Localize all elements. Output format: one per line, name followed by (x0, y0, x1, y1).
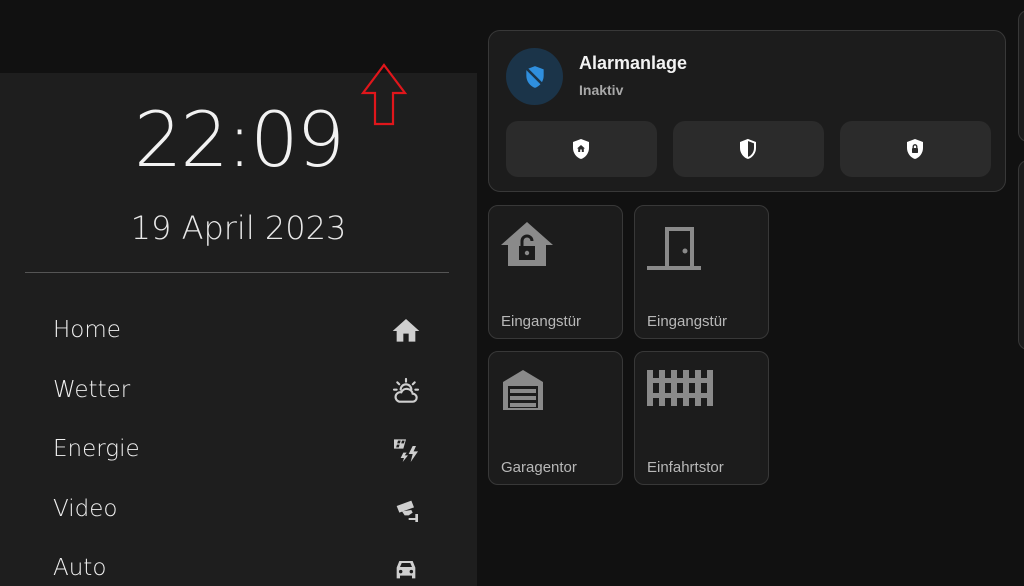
sidebar-divider (25, 272, 449, 273)
sidebar-item-energie[interactable]: Energie (0, 420, 477, 480)
sidebar-nav: Home Wetter Energie Video Auto (0, 301, 477, 586)
alarm-panel-card: Alarmanlage Inaktiv (488, 30, 1006, 192)
shield-lock-icon (907, 139, 923, 159)
sidebar-item-label: Home (53, 317, 121, 343)
partial-card-right-middle (1018, 160, 1024, 350)
shield-off-icon (524, 66, 546, 88)
tile-label: Eingangstür (501, 313, 582, 330)
home-icon (390, 315, 422, 347)
cctv-icon (390, 494, 422, 526)
solar-power-icon (390, 434, 422, 466)
tile-eingangstuer-door[interactable]: Eingangstür (634, 205, 769, 339)
tile-garagentor[interactable]: Garagentor (488, 351, 623, 485)
alarm-status-badge[interactable] (506, 48, 563, 105)
tile-einfahrtstor[interactable]: Einfahrtstor (634, 351, 769, 485)
tile-label: Einfahrtstor (647, 459, 724, 476)
sidebar-item-video[interactable]: Video (0, 480, 477, 540)
sidebar-item-label: Energie (53, 436, 140, 462)
arm-away-button[interactable] (840, 121, 991, 177)
annotation-arrow-up-icon (360, 62, 408, 126)
partial-card-right-top (1018, 10, 1024, 142)
garage-icon (499, 364, 555, 416)
sidebar-item-home[interactable]: Home (0, 301, 477, 361)
tile-label: Garagentor (501, 459, 577, 476)
weather-partly-cloudy-icon (390, 375, 422, 407)
sidebar-item-label: Wetter (53, 376, 131, 403)
arm-home-button[interactable] (506, 121, 657, 177)
sidebar: 22:09 19 April 2023 Home Wetter Energie … (0, 73, 477, 586)
shield-home-icon (573, 139, 589, 159)
arm-night-button[interactable] (673, 121, 824, 177)
home-lock-open-icon (499, 218, 555, 270)
sidebar-item-auto[interactable]: Auto (0, 539, 477, 586)
alarm-state: Inaktiv (579, 82, 624, 98)
tile-eingangstuer-lock[interactable]: Eingangstür (488, 205, 623, 339)
tile-label: Eingangstür (647, 313, 728, 330)
shield-half-icon (740, 138, 756, 159)
clock-date: 19 April 2023 (130, 209, 347, 247)
door-icon (645, 218, 701, 270)
sidebar-item-wetter[interactable]: Wetter (0, 361, 477, 421)
alarm-title: Alarmanlage (579, 53, 688, 73)
dashboard: 22:09 19 April 2023 Home Wetter Energie … (0, 0, 1024, 586)
sidebar-item-label: Video (53, 495, 118, 522)
sidebar-item-label: Auto (53, 555, 107, 581)
gate-icon (645, 364, 715, 416)
car-icon (390, 553, 422, 585)
